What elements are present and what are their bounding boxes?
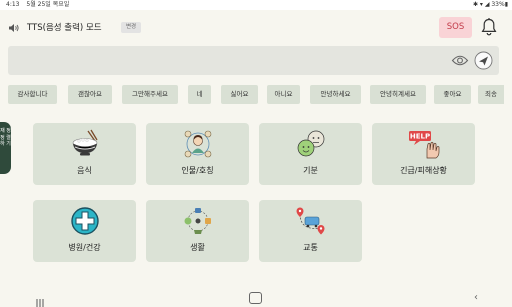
phrase-chip[interactable]: 아니요	[267, 85, 300, 104]
phrase-chip[interactable]: 안녕하세요	[310, 85, 361, 104]
home-icon[interactable]	[249, 292, 262, 304]
category-card-emergency[interactable]: HELP 긴급/피해상황	[372, 123, 475, 185]
category-label: 긴급/피해상황	[400, 166, 447, 175]
category-label: 기분	[303, 166, 318, 175]
send-icon[interactable]	[474, 51, 493, 70]
rice-bowl-icon	[69, 129, 101, 159]
phrase-chip[interactable]: 그만해주세요	[122, 85, 178, 104]
emotion-faces-icon	[295, 129, 327, 159]
category-card-life[interactable]: 생활	[146, 200, 249, 262]
category-label: 음식	[77, 166, 92, 175]
phrase-chip[interactable]: 좋아요	[434, 85, 471, 104]
recent-apps-icon[interactable]	[35, 293, 45, 307]
help-hand-icon: HELP	[408, 129, 440, 159]
change-mode-button[interactable]: 변경	[121, 22, 141, 33]
person-network-icon	[182, 129, 214, 159]
category-label: 인물/호칭	[181, 166, 214, 175]
quick-phrases: 감사합니다 괜찮아요 그만해주세요 네 싫어요 아니요 안녕하세요 안녕히계세요…	[8, 85, 504, 105]
status-indicators: ✱ ▾ ◢ 33%▮	[472, 1, 508, 8]
category-label: 병원/건강	[68, 243, 101, 252]
phrase-chip[interactable]: 감사합니다	[8, 85, 57, 104]
category-label: 교통	[303, 243, 318, 252]
speaker-icon[interactable]	[8, 22, 20, 34]
category-card-hospital[interactable]: 병원/건강	[33, 200, 136, 262]
status-bar: 4:13 5월 25일 목요일 ✱ ▾ ◢ 33%▮	[0, 0, 512, 10]
help-badge-text: HELP	[410, 133, 430, 141]
back-icon[interactable]: ‹	[474, 292, 478, 304]
category-card-transport[interactable]: 교통	[259, 200, 362, 262]
phrase-chip[interactable]: 괜찮아요	[68, 85, 112, 104]
rearrange-tab[interactable]: 재 정 정 렬 하 기	[0, 122, 11, 174]
status-time: 4:13	[6, 1, 20, 8]
sos-button[interactable]: SOS	[439, 17, 472, 38]
daily-life-icon	[182, 206, 214, 236]
mode-title: TTS(음성 출력) 모드	[27, 23, 102, 33]
header: TTS(음성 출력) 모드 변경 SOS	[0, 10, 512, 46]
category-label: 생활	[190, 243, 205, 252]
medical-cross-icon	[69, 206, 101, 236]
phrase-chip[interactable]: 죄송	[478, 85, 504, 104]
category-card-people[interactable]: 인물/호칭	[146, 123, 249, 185]
phrase-chip[interactable]: 싫어요	[221, 85, 258, 104]
bell-icon[interactable]	[480, 17, 498, 37]
system-nav-bar: ‹	[0, 289, 512, 307]
category-card-mood[interactable]: 기분	[259, 123, 362, 185]
transport-route-icon	[295, 206, 327, 236]
phrase-chip[interactable]: 안녕히계세요	[370, 85, 426, 104]
eye-icon[interactable]	[451, 52, 469, 69]
phrase-chip[interactable]: 네	[188, 85, 211, 104]
category-card-food[interactable]: 음식	[33, 123, 136, 185]
status-date: 5월 25일 목요일	[26, 1, 70, 8]
tts-input-field[interactable]	[8, 46, 499, 75]
